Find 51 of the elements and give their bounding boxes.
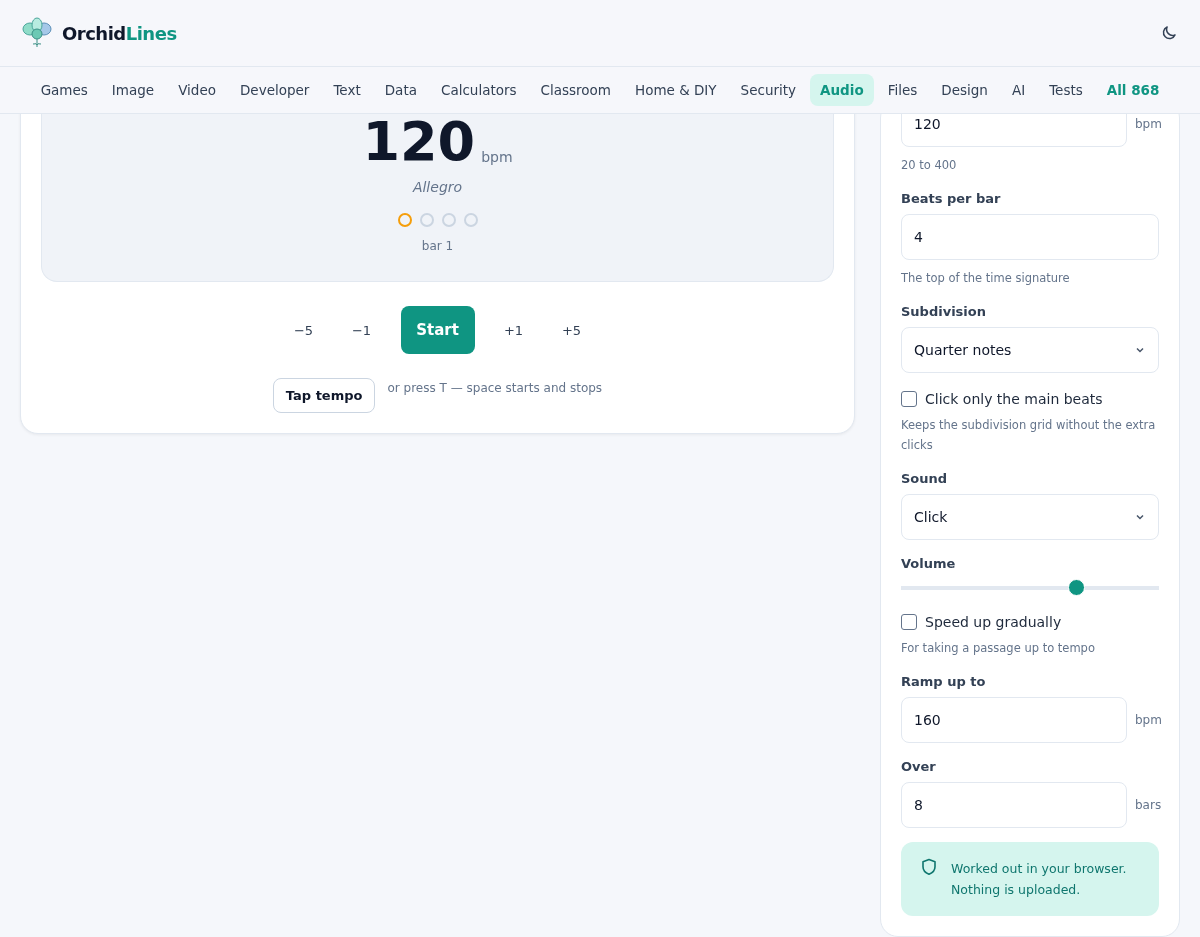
- tempo-value: 120: [362, 115, 476, 169]
- nav-tab[interactable]: Image: [101, 74, 165, 106]
- unit-label: bpm: [1135, 713, 1159, 727]
- bar-counter: bar 1: [421, 239, 454, 253]
- unit-label: bars: [1135, 798, 1159, 812]
- field-label: Sound: [901, 471, 949, 486]
- hint-text: or press T — space starts and stops: [387, 381, 603, 397]
- nav-tab[interactable]: Files: [877, 74, 928, 106]
- help-text: For taking a passage up to tempo: [901, 640, 1096, 657]
- tempo-step-button[interactable]: +5: [546, 306, 597, 354]
- number-field[interactable]: 8: [901, 782, 1127, 828]
- notice-text: Worked out in your browser. Nothing is uploaded.: [951, 860, 1127, 899]
- nav-tab[interactable]: Classroom: [530, 74, 621, 106]
- tap-tempo-button[interactable]: Tap tempo: [272, 378, 376, 413]
- moon-icon[interactable]: [1160, 24, 1178, 42]
- nav-tab[interactable]: Design: [931, 74, 998, 106]
- number-field[interactable]: 160: [901, 697, 1127, 743]
- brand-name[interactable]: OrchidLines: [62, 22, 177, 44]
- start-button[interactable]: Start: [400, 306, 475, 354]
- help-text: Keeps the subdivision grid without the extra clicks: [901, 417, 1157, 454]
- nav-tab[interactable]: AI: [1001, 74, 1036, 106]
- field-label: Subdivision: [901, 304, 987, 319]
- field-label: Over: [901, 759, 937, 774]
- number-field[interactable]: 120: [901, 114, 1127, 147]
- nav-tab[interactable]: Games: [30, 74, 98, 106]
- unit-label: bpm: [481, 149, 513, 167]
- nav-tab[interactable]: Home & DIY: [625, 74, 727, 106]
- tempo-marking: Allegro: [412, 179, 463, 195]
- orchid-logo-icon: [22, 17, 52, 49]
- nav-tab[interactable]: Developer: [229, 74, 320, 106]
- tempo-step-button[interactable]: +1: [488, 306, 539, 354]
- field-label: Ramp up to: [901, 674, 987, 689]
- nav-tab[interactable]: Text: [323, 74, 371, 106]
- select-field[interactable]: Quarter notes: [901, 327, 1159, 373]
- tempo-step-button[interactable]: −1: [336, 306, 387, 354]
- checkbox[interactable]: Click only the main beats: [901, 391, 1159, 407]
- nav-tab[interactable]: Video: [168, 74, 226, 106]
- help-text: The top of the time signature: [901, 270, 1071, 287]
- field-label: Volume: [901, 556, 957, 571]
- help-text: 20 to 400: [901, 157, 958, 174]
- nav-tab[interactable]: Calculators: [430, 74, 527, 106]
- tempo-step-button[interactable]: −5: [278, 306, 329, 354]
- nav-tab[interactable]: Data: [374, 74, 427, 106]
- nav-tab[interactable]: Security: [730, 74, 807, 106]
- checkbox[interactable]: Speed up gradually: [901, 614, 1159, 630]
- shield-icon: [921, 858, 937, 876]
- field-label: Beats per bar: [901, 191, 1002, 206]
- number-field[interactable]: 4: [901, 214, 1159, 260]
- unit-label: bpm: [1135, 117, 1159, 131]
- select-field[interactable]: Click: [901, 494, 1159, 540]
- nav-tab[interactable]: Tests: [1039, 74, 1093, 106]
